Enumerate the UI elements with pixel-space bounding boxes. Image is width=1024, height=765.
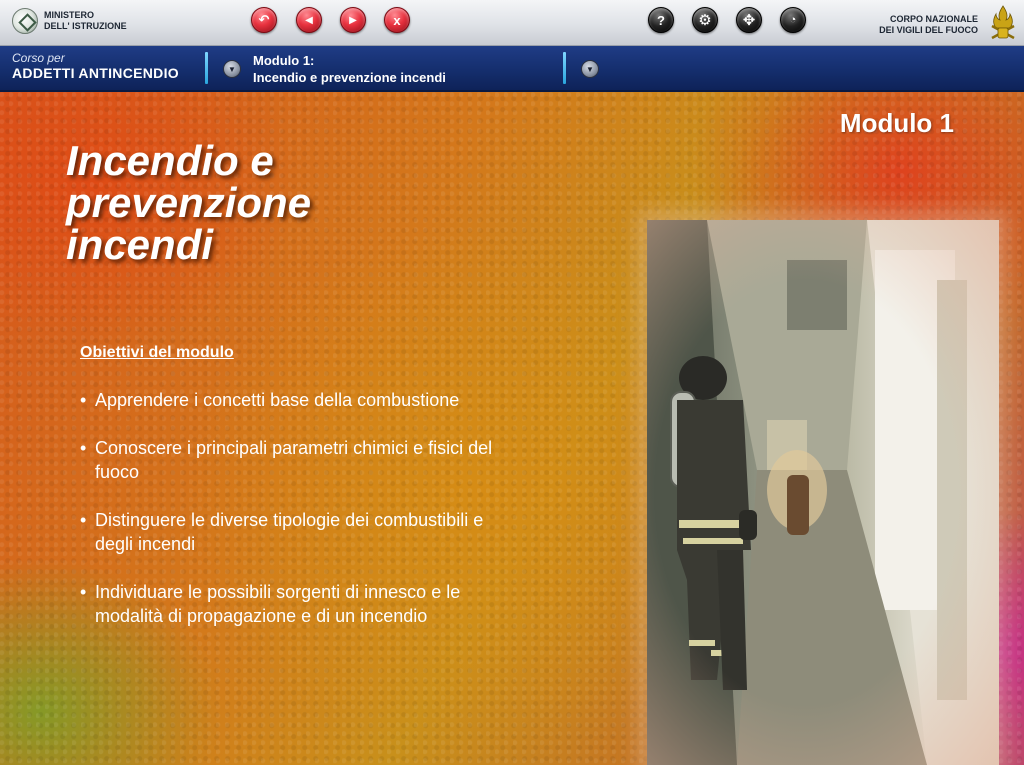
objectives-section: Obiettivi del modulo • Apprendere i conce… [80,344,500,652]
module-dropdown-button[interactable]: ▼ [581,60,599,78]
settings-button[interactable]: ⚙ [692,7,718,33]
fire-brigade-emblem-icon [991,5,1015,40]
corps-name: CORPO NAZIONALE DEI VIGILI DEL FUOCO [879,14,978,36]
separator [205,52,208,84]
close-button[interactable]: x [384,7,410,33]
ministry-logo: MINISTERO DELL' ISTRUZIONE [12,8,127,34]
objective-text: Conoscere i principali parametri chimici… [95,438,493,482]
audio-icon: ◔ [789,14,797,26]
list-item: • Distinguere le diverse tipologie dei co… [80,508,500,556]
help-button[interactable]: ? [648,7,674,33]
photo-vignette [647,220,999,765]
italian-republic-emblem-icon [12,8,38,34]
course-name: ADDETTI ANTINCENDIO [12,65,179,81]
ministry-line1: MINISTERO [44,10,95,20]
title-line1: Incendio e [66,137,274,184]
bullet-icon: • [80,510,87,530]
corps-line2: DEI VIGILI DEL FUOCO [879,25,978,35]
course-title: Corso per ADDETTI ANTINCENDIO [12,51,179,82]
objective-text: Apprendere i concetti base della combust… [95,390,460,410]
audio-button[interactable]: ◔ [780,7,806,33]
back-icon: ↶ [258,12,270,27]
settings-gear-icon: ⚙ [698,12,712,29]
module-number-label: Modulo 1: [253,53,315,68]
bullet-icon: • [80,438,87,458]
objectives-list: • Apprendere i concetti base della combus… [80,388,500,628]
bullet-icon: • [80,390,87,410]
module-heading: Modulo 1 [839,108,954,138]
objective-text: Individuare le possibili sorgenti di inn… [95,582,461,626]
course-bar: Corso per ADDETTI ANTINCENDIO ▼ Modulo 1… [0,46,1024,92]
navigation-arrows-icon: ✥ [742,12,756,29]
chevron-down-icon: ▼ [586,64,594,74]
help-icon: ? [657,12,665,28]
objective-text: Distinguere le diverse tipologie dei com… [95,510,484,554]
bullet-icon: • [80,582,87,602]
next-button[interactable]: ▶ [340,7,366,33]
navigation-button[interactable]: ✥ [736,7,762,33]
corps-line1: CORPO NAZIONALE [889,14,978,24]
next-icon: ▶ [349,14,357,26]
list-item: • Apprendere i concetti base della combus… [80,388,500,412]
ministry-line2: DELL' ISTRUZIONE [44,21,127,31]
title-line3: incendi [66,221,214,268]
list-item: • Conoscere i principali parametri chimic… [80,436,500,484]
objectives-heading: Obiettivi del modulo [80,344,234,361]
course-dropdown-button[interactable]: ▼ [223,60,241,78]
close-icon: x [393,12,401,28]
list-item: • Individuare le possibili sorgenti di in… [80,580,500,628]
previous-button[interactable]: ◀ [296,7,322,33]
module-title-label: Incendio e prevenzione incendi [253,70,446,85]
separator [563,52,566,84]
title-line2: prevenzione [66,179,312,226]
back-button[interactable]: ↶ [251,7,277,33]
page-title: Incendio e prevenzione incendi [66,140,466,266]
top-toolbar: MINISTERO DELL' ISTRUZIONE ↶ ◀ ▶ x ? ⚙ ✥… [0,0,1024,46]
slide-content: Modulo 1 Incendio e prevenzione incendi … [0,92,1024,765]
firefighter-photo [647,220,999,765]
course-subtitle: Corso per [12,51,65,65]
chevron-down-icon: ▼ [228,64,236,74]
previous-icon: ◀ [305,14,313,26]
current-module-label[interactable]: Modulo 1: Incendio e prevenzione incendi [253,52,446,86]
ministry-name: MINISTERO DELL' ISTRUZIONE [44,10,127,32]
